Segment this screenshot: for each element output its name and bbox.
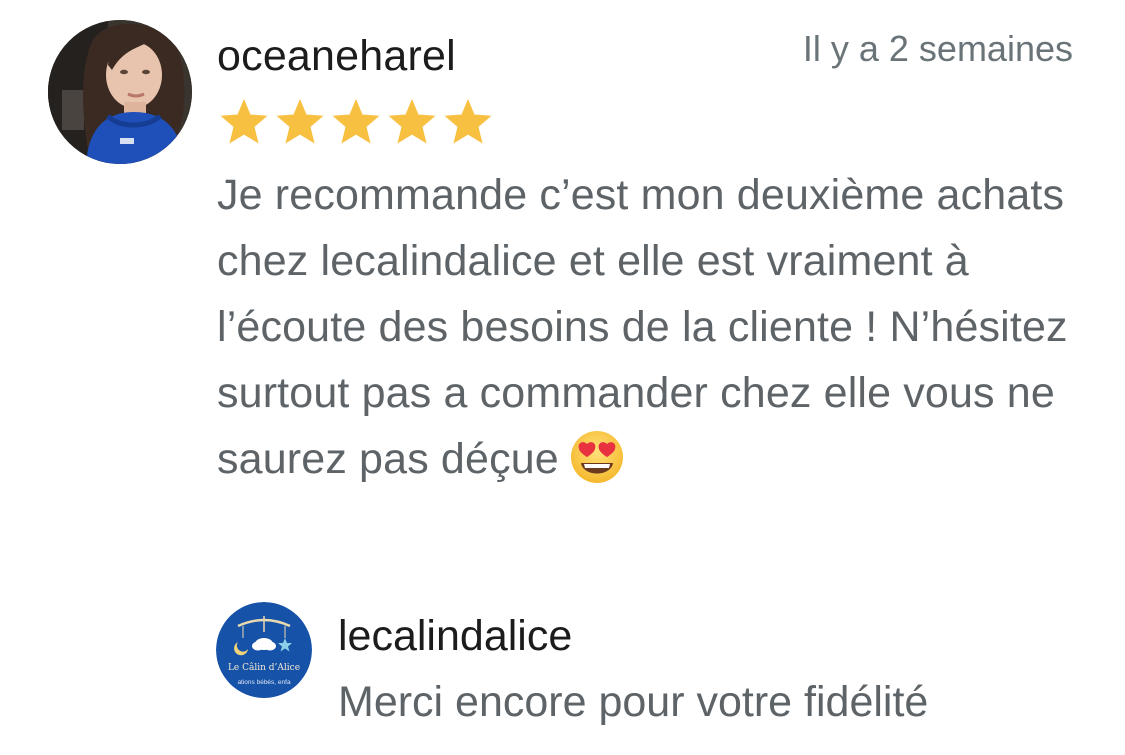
review-timestamp: Il y a 2 semaines [802, 28, 1073, 69]
star-icon [444, 99, 492, 144]
review-text: Je recommande c’est mon deuxième achats … [217, 171, 1080, 483]
reply-text: Merci encore pour votre fidélité [338, 678, 929, 726]
review-card: oceaneharel Il y a 2 semaines Je recomma… [0, 0, 1125, 755]
star-icon [332, 99, 380, 144]
star-rating [218, 98, 494, 146]
reply-avatar[interactable]: Le Câlin d’Alice ations bébés, enfa [216, 602, 312, 698]
reviewer-photo-icon [48, 20, 192, 164]
reply-author[interactable]: lecalindalice [338, 610, 572, 662]
star-icon [276, 99, 324, 144]
star-icon [388, 99, 436, 144]
logo-subtitle: ations bébés, enfa [237, 679, 291, 686]
brand-logo-icon: Le Câlin d’Alice ations bébés, enfa [216, 602, 312, 698]
heart-eyes-emoji-icon [570, 431, 623, 483]
star-icon [220, 99, 268, 144]
logo-title: Le Câlin d’Alice [228, 662, 300, 673]
review-body: Je recommande c’est mon deuxième achats … [217, 162, 1087, 492]
reviewer-username[interactable]: oceaneharel [217, 30, 456, 82]
reviewer-avatar[interactable] [48, 20, 192, 164]
